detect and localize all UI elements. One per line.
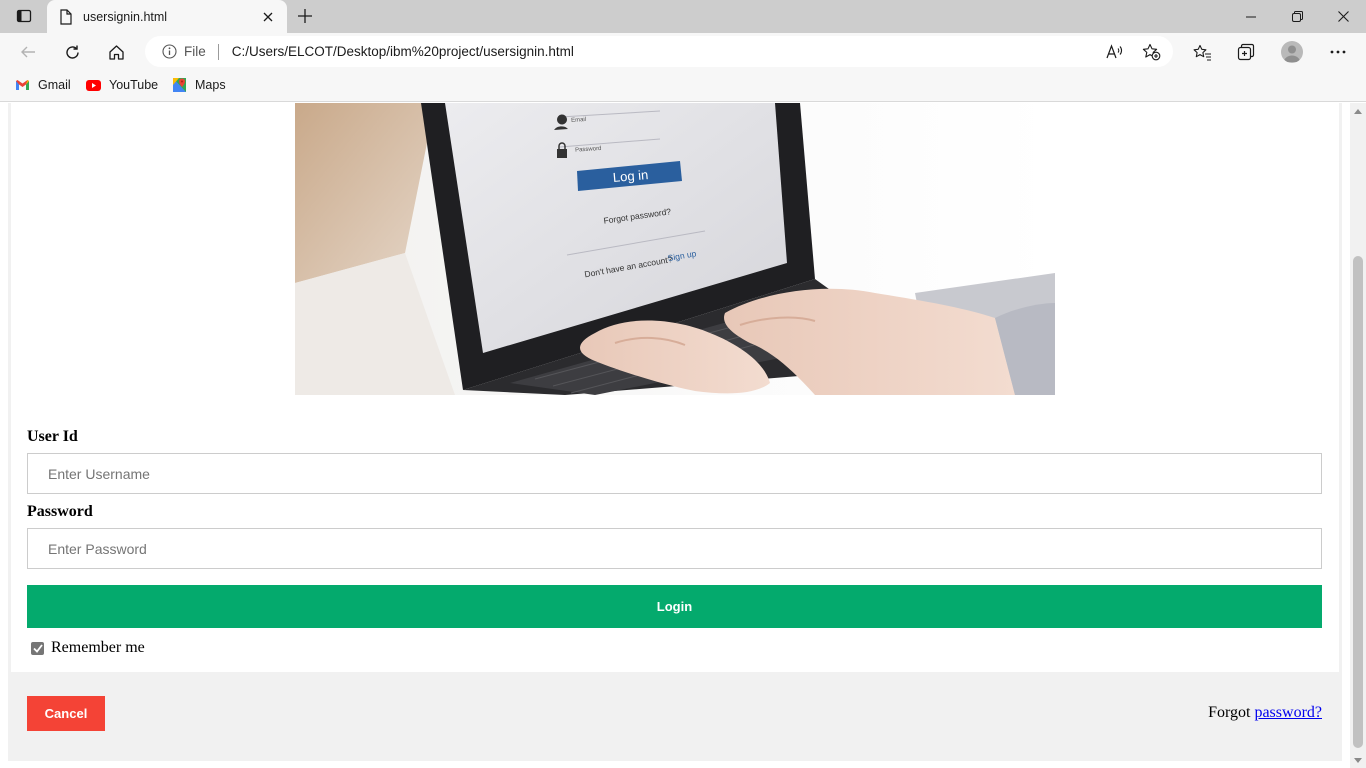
profile-button[interactable] (1277, 37, 1307, 67)
remember-me-label: Remember me (51, 639, 145, 656)
forgot-password-text: Forgot password? (1208, 704, 1322, 722)
form-footer: Cancel Forgot password? (8, 672, 1342, 761)
bookmark-gmail[interactable]: Gmail (15, 76, 71, 94)
favorites-button[interactable] (1187, 37, 1217, 67)
tab-actions-icon (16, 9, 32, 23)
tab-title: usersignin.html (83, 9, 168, 24)
back-button[interactable] (13, 37, 43, 67)
remember-me-row: Remember me (31, 639, 145, 657)
read-aloud-button[interactable] (1105, 42, 1125, 62)
cancel-button[interactable]: Cancel (27, 696, 105, 731)
read-aloud-icon (1106, 44, 1123, 59)
file-page-icon (60, 8, 72, 25)
youtube-icon (86, 79, 101, 91)
settings-more-button[interactable] (1323, 37, 1353, 67)
restore-icon (1291, 11, 1303, 22)
login-button[interactable]: Login (27, 585, 1322, 628)
hero-image: Log in Email Password Forgot password? D… (295, 103, 1055, 395)
avatar (1281, 41, 1303, 63)
password-input[interactable] (27, 528, 1322, 569)
vertical-scrollbar[interactable] (1350, 103, 1366, 768)
site-info-button[interactable]: File (162, 44, 206, 59)
refresh-button[interactable] (57, 37, 87, 67)
forgot-prefix: Forgot (1208, 704, 1251, 721)
screen-email-text: Email (571, 117, 586, 124)
browser-tab-active[interactable]: usersignin.html (47, 0, 287, 33)
bookmark-youtube[interactable]: YouTube (86, 76, 158, 94)
bookmark-maps[interactable]: Maps (172, 76, 226, 94)
scrollbar-thumb[interactable] (1353, 256, 1363, 748)
address-bar[interactable]: File C:/Users/ELCOT/Desktop/ibm%20projec… (145, 36, 1173, 67)
user-id-label: User Id (27, 428, 78, 445)
laptop-login-illustration: Log in Email Password Forgot password? D… (295, 103, 1055, 395)
plus-icon (298, 9, 312, 23)
checkmark-icon (32, 643, 43, 653)
minimize-icon (1246, 16, 1256, 17)
tab-close-button[interactable] (259, 8, 277, 26)
restore-button[interactable] (1274, 0, 1320, 33)
add-favorite-button[interactable] (1141, 42, 1161, 62)
signin-container: Log in Email Password Forgot password? D… (11, 103, 1339, 672)
username-input[interactable] (27, 453, 1322, 494)
close-window-icon (1337, 11, 1349, 22)
favorites-icon (1193, 44, 1211, 61)
collections-button[interactable] (1231, 37, 1261, 67)
info-icon (162, 44, 177, 59)
close-window-button[interactable] (1320, 0, 1366, 33)
minimize-button[interactable] (1228, 0, 1274, 33)
star-add-icon (1142, 43, 1160, 61)
page-viewport: Log in Email Password Forgot password? D… (0, 103, 1366, 768)
page-border-right (1339, 103, 1342, 672)
bookmarks-bar: Gmail YouTube Maps (0, 70, 1366, 102)
tab-actions-button[interactable] (10, 5, 38, 27)
scroll-up-arrow-icon (1354, 108, 1362, 114)
remember-me-checkbox[interactable] (31, 641, 44, 655)
home-icon (108, 44, 124, 60)
refresh-icon (65, 45, 79, 59)
password-label: Password (27, 503, 93, 520)
bookmark-label: Gmail (38, 78, 71, 92)
maps-icon (173, 78, 186, 92)
browser-toolbar: File C:/Users/ELCOT/Desktop/ibm%20projec… (0, 33, 1366, 70)
more-dots-icon (1330, 50, 1346, 54)
screen-login-text: Log in (612, 167, 649, 185)
address-divider (217, 43, 219, 60)
bookmark-label: YouTube (109, 78, 159, 92)
scroll-down-button[interactable] (1350, 752, 1366, 768)
home-button[interactable] (101, 37, 131, 67)
scroll-down-arrow-icon (1354, 757, 1362, 763)
browser-tab-bar: usersignin.html (0, 0, 1366, 33)
bookmark-label: Maps (195, 78, 226, 92)
collections-icon (1237, 43, 1255, 61)
url-text[interactable]: C:/Users/ELCOT/Desktop/ibm%20project/use… (232, 44, 574, 59)
profile-icon (1284, 45, 1300, 62)
forgot-password-link[interactable]: password? (1254, 704, 1322, 721)
gmail-icon (16, 80, 29, 90)
new-tab-button[interactable] (292, 5, 318, 27)
scroll-up-button[interactable] (1350, 103, 1366, 119)
back-arrow-icon (21, 46, 35, 58)
site-info-label: File (184, 44, 206, 59)
close-icon (263, 12, 273, 21)
